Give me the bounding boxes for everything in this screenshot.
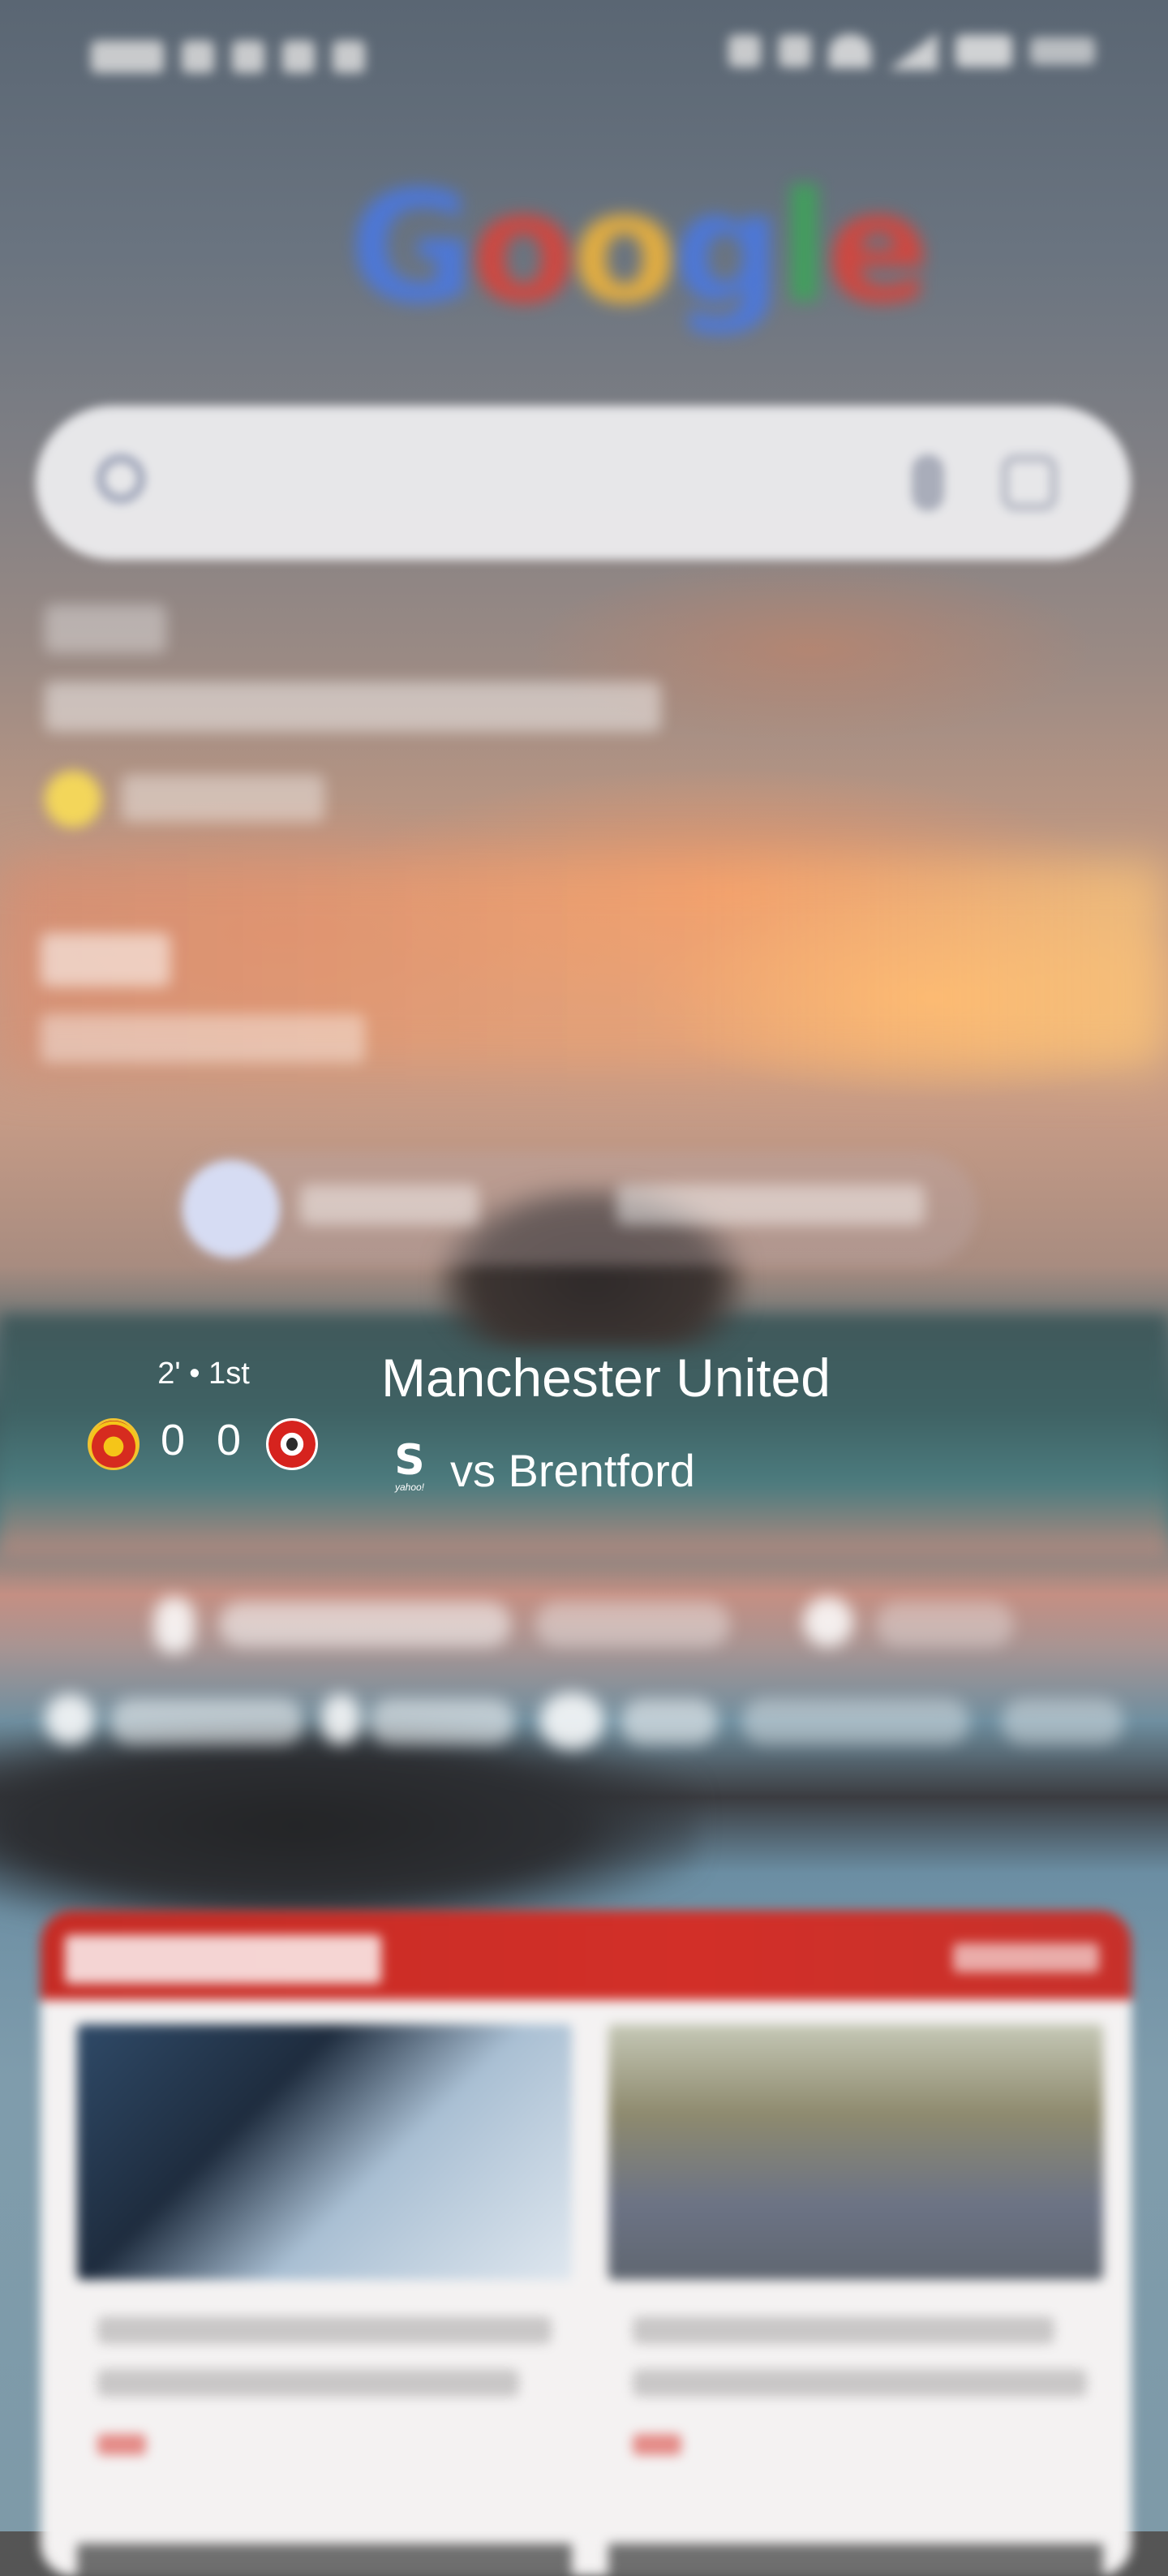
event-time[interactable] (41, 1014, 365, 1063)
provider-logo-sub: yahoo! (394, 1482, 425, 1493)
manchester-united-crest-icon[interactable] (88, 1418, 140, 1470)
news-more-link[interactable] (953, 1943, 1099, 1972)
alarm-icon (728, 35, 761, 67)
google-logo-letter: o (571, 158, 678, 338)
google-logo-letter: G (349, 158, 475, 338)
google-logo-letter: e (826, 158, 930, 338)
battery-percent (1030, 37, 1095, 65)
news-thumbnail-next[interactable] (608, 2544, 1103, 2576)
chip-icon (803, 1597, 853, 1647)
chip-icon (539, 1692, 604, 1749)
lens-icon[interactable] (1001, 454, 1058, 511)
weather-temperature[interactable] (122, 775, 324, 822)
vibrate-icon (779, 35, 811, 67)
chip-label[interactable] (110, 1699, 304, 1744)
google-logo: Google (349, 158, 930, 338)
microphone-icon[interactable] (912, 454, 944, 511)
news-source-tag (633, 2434, 681, 2455)
google-logo-letter: o (470, 158, 577, 338)
notification-icon (91, 41, 164, 73)
status-left: ​ (73, 32, 365, 81)
news-thumbnail[interactable] (77, 2024, 572, 2280)
signal-icon (889, 32, 938, 70)
news-headline[interactable] (633, 2369, 1087, 2397)
match-status: 2' • 1st (157, 1357, 250, 1391)
chip-icon (45, 1694, 95, 1744)
notification-icon (182, 41, 214, 73)
match-title[interactable]: Manchester United (381, 1347, 831, 1408)
search-icon[interactable] (97, 454, 145, 503)
chip-label[interactable] (620, 1699, 718, 1744)
news-thumbnail[interactable] (608, 2024, 1103, 2280)
assistant-suggestion-label (616, 1185, 925, 1225)
news-card[interactable] (41, 1911, 1132, 2576)
glance-headline[interactable] (45, 682, 661, 732)
event-title[interactable] (41, 933, 170, 987)
home-score: 0 (160, 1416, 186, 1464)
status-right (728, 32, 1095, 70)
notification-icon (333, 41, 365, 73)
chip-label[interactable] (742, 1699, 969, 1744)
google-logo-letter: l (778, 158, 831, 338)
google-logo-letter: g (672, 158, 783, 338)
news-headline[interactable] (97, 2369, 519, 2397)
away-score: 0 (216, 1416, 242, 1464)
match-opponent[interactable]: vs Brentford (450, 1444, 695, 1497)
news-thumbnail-next[interactable] (77, 2544, 572, 2576)
news-headline[interactable] (97, 2316, 552, 2344)
chip-label[interactable] (1002, 1699, 1123, 1744)
news-card-header (41, 1911, 1132, 2000)
chip-label[interactable] (219, 1602, 511, 1647)
news-brand-logo (65, 1935, 381, 1984)
wifi-icon (829, 34, 871, 68)
sun-icon (45, 771, 101, 828)
notification-icon (232, 41, 264, 73)
chip-icon (320, 1694, 361, 1744)
notification-icon (282, 41, 315, 73)
status-bar: ​ (0, 0, 1168, 114)
glance-date[interactable] (45, 604, 166, 653)
yahoo-sports-icon: S yahoo! (388, 1436, 432, 1494)
brentford-crest-icon[interactable] (266, 1418, 318, 1470)
chip-icon (154, 1597, 195, 1654)
chip-label[interactable] (876, 1602, 1014, 1647)
news-source-tag (97, 2434, 146, 2455)
chip-label[interactable] (369, 1699, 515, 1744)
battery-icon (955, 35, 1012, 67)
assistant-suggestion-label (300, 1185, 479, 1225)
news-headline[interactable] (633, 2316, 1054, 2344)
shortcut-chips-row-1[interactable] (154, 1590, 1046, 1655)
assistant-icon (182, 1160, 280, 1258)
google-search-bar[interactable] (36, 406, 1131, 560)
shortcut-chips-row-2[interactable] (36, 1688, 1132, 1752)
provider-logo-mark: S (394, 1436, 425, 1485)
chip-label[interactable] (535, 1602, 730, 1647)
